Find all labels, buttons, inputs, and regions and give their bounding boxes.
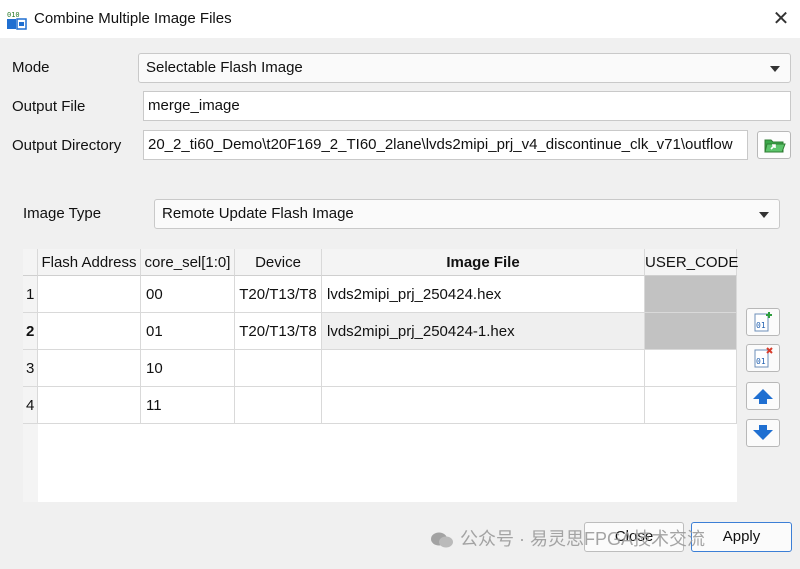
row-header-filler xyxy=(23,424,38,502)
watermark: 公众号 · 易灵思FPGA技术交流 xyxy=(430,525,705,551)
apply-button[interactable]: Apply xyxy=(691,522,792,552)
cell-image-file[interactable]: lvds2mipi_prj_250424-1.hex xyxy=(322,313,645,350)
row-number[interactable]: 4 xyxy=(23,387,38,424)
output-file-label: Output File xyxy=(12,98,86,115)
add-file-icon: 01 xyxy=(754,312,772,332)
window-title: Combine Multiple Image Files xyxy=(34,10,232,27)
move-up-button[interactable] xyxy=(746,382,780,410)
cell-flash-address[interactable] xyxy=(38,313,141,350)
cell-flash-address[interactable] xyxy=(38,387,141,424)
row-number[interactable]: 1 xyxy=(23,276,38,313)
mode-value: Selectable Flash Image xyxy=(146,59,303,76)
chevron-down-icon xyxy=(770,66,780,72)
cell-core-sel[interactable]: 10 xyxy=(141,350,235,387)
cell-image-file[interactable] xyxy=(322,350,645,387)
header-core-sel[interactable]: core_sel[1:0] xyxy=(141,249,235,276)
cell-core-sel[interactable]: 11 xyxy=(141,387,235,424)
cell-user-code[interactable] xyxy=(645,350,737,387)
cell-flash-address[interactable] xyxy=(38,350,141,387)
cell-device[interactable]: T20/T13/T8 xyxy=(235,313,322,350)
cell-core-sel[interactable]: 00 xyxy=(141,276,235,313)
remove-image-button[interactable]: 01 xyxy=(746,344,780,372)
svg-text:01: 01 xyxy=(756,357,766,366)
add-image-button[interactable]: 01 xyxy=(746,308,780,336)
move-down-button[interactable] xyxy=(746,419,780,447)
app-icon: 010 xyxy=(7,11,27,30)
cell-user-code[interactable] xyxy=(645,313,737,350)
combine-images-dialog: 010 Combine Multiple Image Files ✕ Mode … xyxy=(0,0,800,569)
cell-device[interactable] xyxy=(235,387,322,424)
header-flash-address[interactable]: Flash Address xyxy=(38,249,141,276)
header-image-file[interactable]: Image File xyxy=(322,249,645,276)
image-table: Flash Address core_sel[1:0] Device Image… xyxy=(23,249,738,502)
cell-image-file[interactable] xyxy=(322,387,645,424)
cell-flash-address[interactable] xyxy=(38,276,141,313)
chevron-down-icon xyxy=(759,212,769,218)
output-directory-input[interactable]: 20_2_ti60_Demo\t20F169_2_TI60_2lane\lvds… xyxy=(143,130,748,160)
output-file-input[interactable]: merge_image xyxy=(143,91,791,121)
remove-file-icon: 01 xyxy=(754,347,773,368)
row-number[interactable]: 3 xyxy=(23,350,38,387)
row-number[interactable]: 2 xyxy=(23,313,38,350)
header-user-code[interactable]: USER_CODE xyxy=(645,249,738,276)
cell-user-code[interactable] xyxy=(645,387,737,424)
cell-image-file[interactable]: lvds2mipi_prj_250424.hex xyxy=(322,276,645,313)
image-type-select[interactable]: Remote Update Flash Image xyxy=(154,199,780,229)
mode-label: Mode xyxy=(12,59,50,76)
output-directory-label: Output Directory xyxy=(12,137,122,154)
arrow-down-icon xyxy=(753,425,773,440)
browse-directory-button[interactable] xyxy=(757,131,791,159)
wechat-icon xyxy=(431,532,453,548)
cell-device[interactable] xyxy=(235,350,322,387)
cell-user-code[interactable] xyxy=(645,276,737,313)
svg-text:010: 010 xyxy=(7,11,20,19)
header-device[interactable]: Device xyxy=(235,249,322,276)
cell-device[interactable]: T20/T13/T8 xyxy=(235,276,322,313)
image-type-label: Image Type xyxy=(23,205,102,222)
arrow-up-icon xyxy=(753,389,773,404)
watermark-text: 公众号 · 易灵思FPGA技术交流 xyxy=(460,529,706,549)
cell-core-sel[interactable]: 01 xyxy=(141,313,235,350)
mode-select[interactable]: Selectable Flash Image xyxy=(138,53,791,83)
svg-text:01: 01 xyxy=(756,321,766,330)
title-bar: 010 Combine Multiple Image Files ✕ xyxy=(0,0,800,38)
folder-open-icon xyxy=(764,139,786,153)
close-icon[interactable]: ✕ xyxy=(770,8,792,30)
image-type-value: Remote Update Flash Image xyxy=(162,205,354,222)
table-corner xyxy=(23,249,38,276)
